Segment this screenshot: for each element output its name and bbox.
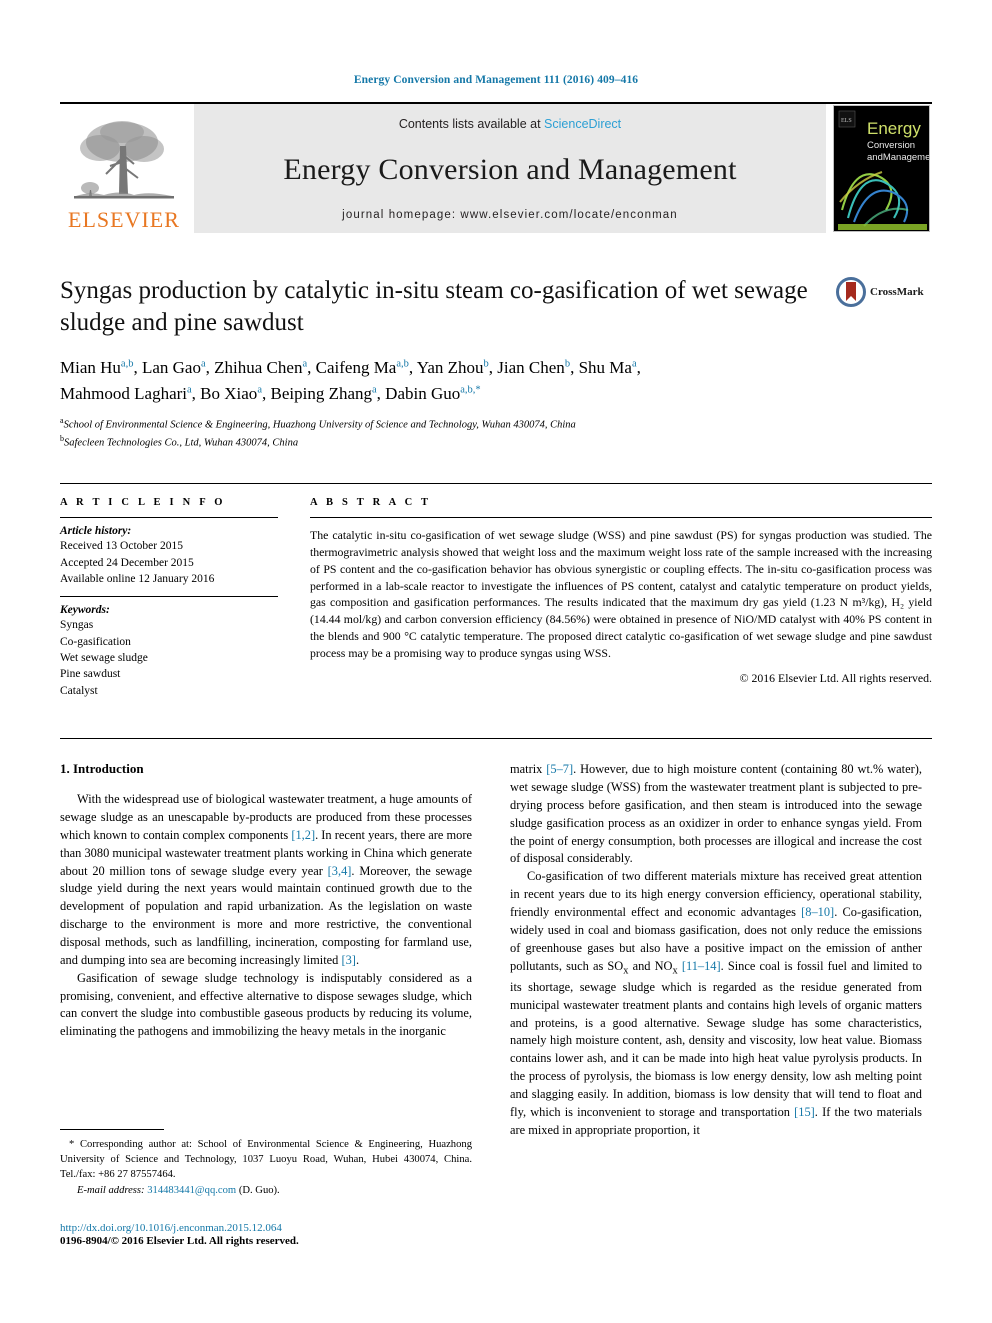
corresponding-author-note: * Corresponding author at: School of Env… [60,1139,472,1181]
contents-available-line: Contents lists available at ScienceDirec… [399,117,621,131]
section-heading-introduction: 1. Introduction [60,761,144,777]
page-title: Syngas production by catalytic in-situ s… [60,277,808,336]
abstract-copyright: © 2016 Elsevier Ltd. All rights reserved… [739,671,932,686]
abstract-heading: A B S T R A C T [310,497,432,509]
paragraph: With the widespread use of biological wa… [60,792,473,967]
article-history-group: Article history: Received 13 October 201… [60,518,278,596]
journal-band: Contents lists available at ScienceDirec… [194,104,826,233]
journal-title: Energy Conversion and Management [283,153,737,186]
elsevier-wordmark: ELSEVIER [68,207,180,232]
contents-prefix: Contents lists available at [398,117,541,131]
author-line-1: Mian Hua,b, Lan Gaoa, Zhihua Chena, Caif… [60,358,641,377]
keywords-group: Keywords: Syngas Co-gasification Wet sew… [60,597,278,708]
affiliations: aSchool of Environmental Science & Engin… [60,415,932,450]
history-item: Accepted 24 December 2015 [60,556,194,569]
doi-link[interactable]: http://dx.doi.org/10.1016/j.enconman.201… [60,1222,472,1234]
journal-cover-artwork: ELS Energy Conversion andManagement [834,106,930,231]
issn-copyright-line: 0196-8904/© 2016 Elsevier Ltd. All right… [60,1235,299,1248]
abstract-text: The catalytic in-situ co-gasification of… [310,517,932,661]
abstract-column: A B S T R A C T The catalytic in-situ co… [310,497,932,708]
journal-cover-image: ELS Energy Conversion andManagement [833,105,930,232]
keyword-item: Syngas [60,619,94,632]
history-item: Received 13 October 2015 [60,540,183,553]
footnote-block: * Corresponding author at: School of Env… [60,1129,472,1247]
email-note: E-mail address: 314483441@qq.com (D. Guo… [60,1183,472,1198]
journal-homepage-link[interactable]: journal homepage: www.elsevier.com/locat… [342,209,678,221]
paper-page: Energy Conversion and Management 111 (20… [0,0,992,1323]
keyword-item: Wet sewage sludge [60,652,148,665]
body-column-right: matrix [5–7]. However, due to high moist… [510,761,922,1140]
history-item: Available online 12 January 2016 [60,573,215,586]
author-list: Mian Hua,b, Lan Gaoa, Zhihua Chena, Caif… [60,355,860,406]
crossmark-label: CrossMark [870,286,924,298]
sciencedirect-link[interactable]: ScienceDirect [544,117,621,131]
article-history-label: Article history: [60,525,132,538]
author-line-2: Mahmood Lagharia, Bo Xiaoa, Beiping Zhan… [60,383,481,403]
paragraph: Gasification of sewage sludge technology… [60,970,472,1039]
running-head: Energy Conversion and Management 111 (20… [353,74,639,86]
email-link[interactable]: 314483441@qq.com [147,1185,236,1196]
svg-text:andManagement: andManagement [867,152,930,163]
keyword-item: Catalyst [60,684,98,697]
elsevier-tree-icon [74,121,174,199]
journal-cover-block: ELS Energy Conversion andManagement [833,104,932,233]
keyword-item: Co-gasification [60,635,131,648]
crossmark-badge[interactable]: CrossMark [836,277,932,307]
svg-text:ELS: ELS [841,118,852,124]
paragraph: matrix [5–7]. However, due to high moist… [510,762,922,866]
body-columns: 1. Introduction With the widespread use … [60,738,932,1140]
email-label: E-mail address: [77,1185,145,1197]
elsevier-logo: ELSEVIER [60,104,188,233]
svg-text:Energy: Energy [867,119,921,138]
keyword-item: Pine sawdust [60,668,121,681]
article-info-heading: A R T I C L E I N F O [60,497,226,509]
body-column-left: 1. Introduction With the widespread use … [60,761,472,1140]
info-abstract-block: A R T I C L E I N F O Article history: R… [60,483,932,708]
journal-masthead: ELSEVIER Contents lists available at Sci… [60,102,932,233]
crossmark-icon [836,277,866,307]
title-area: Syngas production by catalytic in-situ s… [60,275,932,450]
keywords-label: Keywords: [60,604,110,617]
article-info-column: A R T I C L E I N F O Article history: R… [60,497,278,708]
affiliation-b: bSafecleen Technologies Co., Ltd, Wuhan … [60,433,299,449]
email-owner: (D. Guo). [238,1185,280,1197]
footnote-rule [60,1129,164,1130]
paragraph: Co-gasification of two different materia… [510,869,922,1137]
doi-block: http://dx.doi.org/10.1016/j.enconman.201… [60,1222,472,1247]
svg-text:Conversion: Conversion [867,140,915,151]
affiliation-a: aSchool of Environmental Science & Engin… [60,416,576,431]
